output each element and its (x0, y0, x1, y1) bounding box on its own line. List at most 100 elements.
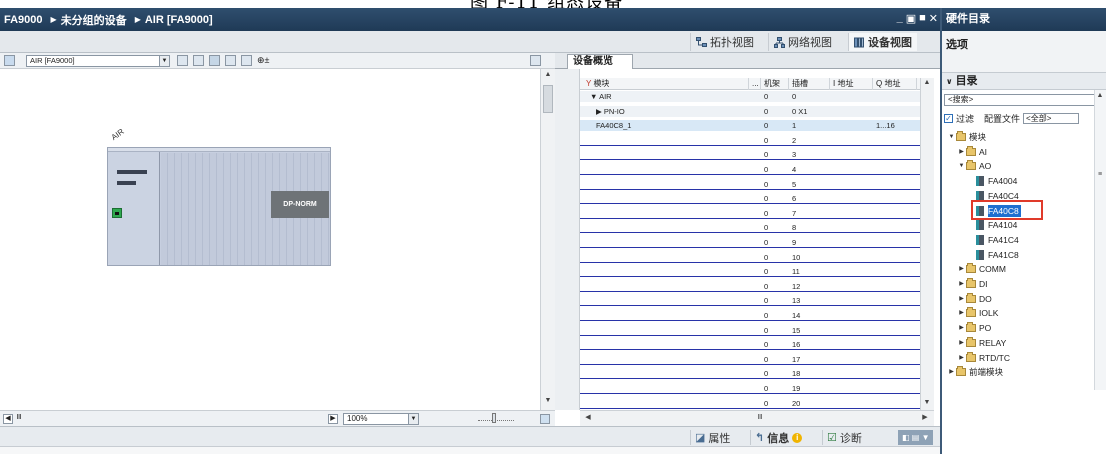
tab-info[interactable]: ↰ 信息 i (750, 430, 806, 445)
scroll-down-icon[interactable]: ▼ (922, 398, 932, 408)
tree-item[interactable]: FA4104 (976, 219, 1017, 231)
expand-down-icon[interactable]: ▼ (948, 131, 955, 143)
tab-device-overview[interactable]: 设备概览 (567, 54, 633, 70)
column-module[interactable]: Y 模块 (580, 78, 748, 90)
tree-item[interactable]: ▶ RELAY (958, 336, 1006, 349)
table-row[interactable]: 0 19 (580, 383, 920, 394)
zoom-slider-knob[interactable] (492, 413, 496, 423)
scroll-up-icon[interactable]: ▲ (1095, 91, 1105, 101)
table-row[interactable]: 08 (580, 222, 920, 234)
scroll-right-icon[interactable]: ▶ (920, 413, 930, 423)
tab-network-view[interactable]: 网络视图 (768, 33, 837, 51)
scroll-left-icon[interactable]: ◀ (583, 413, 593, 423)
table-row[interactable]: FA40C8_1 0 1 1...16 (580, 120, 920, 132)
table-row[interactable]: 05 (580, 179, 920, 190)
tree-item[interactable]: ▶ DI (958, 278, 988, 290)
page-icon[interactable] (241, 55, 252, 66)
draw-icon[interactable] (209, 55, 220, 66)
tree-item[interactable]: ▶ 前端模块 (948, 366, 1003, 378)
chevron-down-icon[interactable]: ▼ (408, 414, 418, 424)
column-rack[interactable]: 机架 (760, 78, 788, 90)
expand-right-icon[interactable]: ▶ (958, 263, 965, 275)
chevron-down-icon[interactable]: ▼ (159, 56, 169, 66)
maximize-icon[interactable]: ■ (919, 12, 926, 25)
expand-down-icon[interactable]: ▼ (958, 160, 965, 172)
table-row[interactable]: 0 18 (580, 368, 920, 380)
table-row[interactable]: 06 (580, 193, 920, 205)
device-rack[interactable]: DP-NORM (107, 147, 331, 266)
tree-item[interactable]: ▼ 模块 (948, 131, 986, 143)
overview-vertical-scrollbar[interactable]: ▲ ▼ (920, 78, 934, 410)
breadcrumb-group[interactable]: 未分组的设备 (61, 12, 127, 28)
table-row[interactable]: 02 (580, 135, 920, 146)
device-select[interactable]: AIR [FA9000] ▼ (26, 55, 170, 67)
head-module[interactable] (108, 148, 160, 265)
expand-right-icon[interactable]: ▶ (958, 352, 965, 364)
breadcrumb-project[interactable]: FA9000 (4, 14, 43, 26)
scroll-thumb[interactable] (543, 85, 553, 113)
catalog-options[interactable]: 选项 (942, 31, 1106, 73)
column-i-address[interactable]: I 地址 (829, 78, 872, 90)
catalog-vertical-scrollbar[interactable]: ▲ ≡ (1094, 90, 1106, 390)
tab-diagnostics[interactable]: ☑ 诊断 (822, 430, 866, 445)
fit-view-icon[interactable] (540, 414, 550, 424)
scroll-grip-icon[interactable]: ≡ (1095, 170, 1105, 180)
column-more[interactable]: ... (748, 78, 760, 90)
network-port-icon[interactable] (112, 208, 122, 218)
expand-right-icon[interactable]: ▶ (958, 146, 965, 158)
table-row[interactable]: 0 15 (580, 325, 920, 336)
overview-toggle-icon[interactable] (530, 55, 541, 66)
restore-icon[interactable]: ▣ (906, 12, 916, 25)
module-labels-icon[interactable] (193, 55, 204, 66)
scroll-left-icon[interactable]: ◀ (3, 414, 13, 424)
canvas-vertical-scrollbar[interactable]: ▲ ▼ (540, 69, 555, 410)
zoom-icon[interactable]: ⊕± (257, 55, 269, 66)
table-row[interactable]: 0 20 (580, 398, 920, 409)
scroll-grip-icon[interactable]: Ⅲ (755, 413, 765, 423)
scroll-up-icon[interactable]: ▲ (922, 78, 932, 88)
scroll-up-icon[interactable]: ▲ (543, 71, 553, 81)
expand-right-icon[interactable]: ▶ (958, 337, 965, 349)
zoom-slider[interactable] (478, 413, 514, 423)
expand-right-icon[interactable]: ▶ (948, 366, 955, 378)
scroll-right-icon[interactable]: ▶ (328, 414, 338, 424)
table-row[interactable]: 0 14 (580, 310, 920, 321)
filter-icon[interactable]: Y (586, 79, 591, 88)
column-q-address[interactable]: Q 地址 (872, 78, 916, 90)
breadcrumb-device[interactable]: AIR [FA9000] (145, 14, 213, 26)
filter-checkbox[interactable]: ✓ (944, 113, 953, 123)
table-row[interactable]: 03 (580, 149, 920, 161)
tree-item[interactable]: ▼ AO (958, 160, 991, 172)
table-row[interactable]: 0 13 (580, 295, 920, 307)
table-row[interactable]: 0 12 (580, 281, 920, 292)
tab-topology-view[interactable]: 拓扑视图 (690, 33, 759, 51)
table-row[interactable]: 0 11 (580, 266, 920, 278)
table-row[interactable]: 0 10 (580, 252, 920, 263)
expand-right-icon[interactable]: ▶ (958, 307, 965, 319)
device-tree-icon[interactable] (4, 55, 15, 66)
catalog-search-input[interactable]: <搜索> (944, 94, 1104, 106)
table-row[interactable]: 07 (580, 208, 920, 219)
tree-item[interactable]: ▶ COMM (958, 263, 1006, 275)
table-row[interactable]: 0 17 (580, 354, 920, 365)
table-icon[interactable] (225, 55, 236, 66)
scroll-grip-icon[interactable]: Ⅲ (14, 414, 24, 424)
tree-item[interactable]: ▶ RTD/TC (958, 351, 1010, 364)
table-row[interactable]: ▼ AIR 0 0 (580, 91, 920, 102)
tree-item[interactable]: ▶ AI (958, 145, 987, 158)
tree-item[interactable]: FA41C8 (976, 249, 1019, 261)
column-slot[interactable]: 插槽 (788, 78, 829, 90)
tree-item[interactable]: FA4004 (976, 175, 1017, 187)
table-row[interactable]: 0 16 (580, 339, 920, 351)
table-row[interactable]: ▶ PN-IO 0 0 X1 (580, 105, 920, 117)
expand-right-icon[interactable]: ▶ (958, 293, 965, 305)
tree-item[interactable]: ▶ DO (958, 292, 992, 305)
rack-slots[interactable]: DP-NORM (161, 153, 330, 265)
grid-icon[interactable] (177, 55, 188, 66)
panel-layout-icon[interactable]: ◧ ▤ ▼ (898, 430, 934, 445)
scroll-down-icon[interactable]: ▼ (543, 397, 553, 407)
tree-item[interactable]: ▶ PO (958, 322, 991, 334)
tab-device-view[interactable]: 设备视图 (848, 33, 917, 51)
expand-right-icon[interactable]: ▶ (958, 322, 965, 334)
table-row[interactable]: 04 (580, 164, 920, 175)
